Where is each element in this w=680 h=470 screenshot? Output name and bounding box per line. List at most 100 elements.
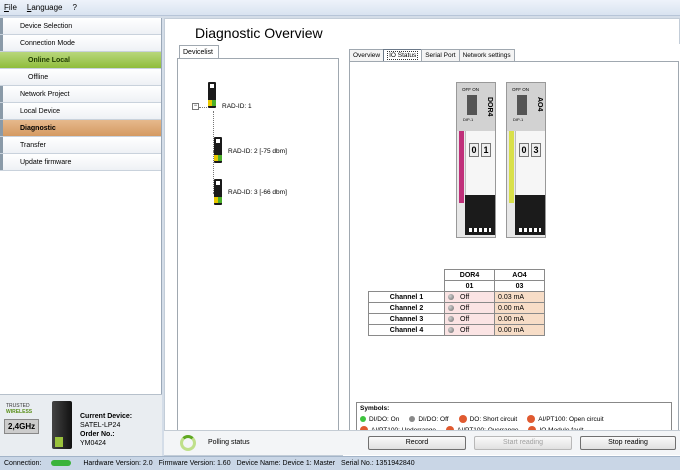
sidebar-item-online-local[interactable]: Online Local — [0, 52, 161, 69]
dip-label: OFF ON — [462, 87, 479, 92]
led-off-icon — [448, 326, 454, 333]
table-corner — [369, 281, 445, 292]
di-value: Off — [460, 326, 470, 334]
module-terminal — [515, 195, 545, 235]
ai-value: 0.00 mA — [494, 313, 545, 325]
menu-help[interactable]: ? — [73, 3, 77, 12]
order-no-label: Order No.: — [80, 431, 115, 438]
main-panel: Diagnostic Overview Devicelist − RAD-ID:… — [164, 18, 680, 456]
di-cell: Off — [444, 324, 495, 336]
sidebar-item-transfer[interactable]: Transfer — [0, 137, 161, 154]
module-terminal — [465, 195, 495, 235]
tab-serial-port[interactable]: Serial Port — [421, 49, 460, 61]
io-status-content: OFF ON DIP-1 DOR4 0 1 OFF ON DIP-1 AO4 0 — [349, 61, 679, 441]
menu-bar: File Language ? — [0, 0, 680, 16]
band-badge: 2,4GHz — [4, 419, 40, 434]
sidebar-item-update-firmware[interactable]: Update firmware — [0, 154, 161, 171]
tab-overview[interactable]: Overview — [349, 49, 385, 61]
sidebar-item-local-device[interactable]: Local Device — [0, 103, 161, 120]
rotary-switch-2: 1 — [481, 143, 491, 157]
led-off-icon — [448, 315, 454, 322]
dip-switch-icon — [467, 95, 477, 115]
green-led-icon — [360, 416, 366, 422]
connection-plug-icon — [51, 460, 72, 467]
gray-led-icon — [409, 416, 416, 422]
serial-number: Serial No.: 1351942840 — [341, 460, 415, 467]
radio-device-icon — [214, 137, 222, 163]
symbols-title: Symbols: — [360, 405, 390, 412]
channel-label: Channel 1 — [368, 291, 445, 303]
table-row: Channel 1 Off 0.03 mA — [368, 291, 545, 303]
sidebar-item-offline[interactable]: Offline — [0, 69, 161, 86]
start-reading-button[interactable]: Start reading — [474, 436, 572, 450]
devicelist-panel: − RAD-ID: 1 RAD-ID: 2 [-75 dbm] RAD-ID: … — [177, 58, 339, 444]
rotary-switch-1: 0 — [469, 143, 479, 157]
tab-io-status-label: IO Status — [387, 51, 419, 60]
module-color-stripe — [459, 131, 464, 203]
tree-item-rad-2[interactable]: RAD-ID: 2 [-75 dbm] — [228, 148, 287, 155]
dip-label: OFF ON — [512, 87, 529, 92]
connection-status: Connection: — [4, 457, 77, 470]
di-value: Off — [460, 315, 470, 323]
sidebar-item-diagnostic[interactable]: Diagnostic — [0, 120, 161, 137]
sidebar-item-connection-mode[interactable]: Connection Mode — [0, 35, 161, 52]
symbol-di-on: DI/DO: On — [360, 416, 399, 423]
table-row: Channel 3 Off 0.00 mA — [368, 313, 545, 325]
rotary-switch-1: 0 — [519, 143, 529, 157]
hardware-version: Hardware Version: 2.0 — [83, 460, 153, 467]
module-name-cell: AO4 — [494, 269, 545, 281]
tree-item-rad-1[interactable]: RAD-ID: 1 — [222, 103, 252, 110]
firmware-version: Firmware Version: 1.60 — [158, 460, 231, 467]
stop-reading-button[interactable]: Stop reading — [580, 436, 676, 450]
channel-label: Channel 3 — [368, 313, 445, 325]
brand-line-2: WIRELESS — [6, 409, 33, 415]
module-id-cell: 03 — [494, 280, 545, 292]
module-name-vertical: AO4 — [536, 97, 543, 112]
ai-value: 0.00 mA — [494, 324, 545, 336]
module-dor4-image: OFF ON DIP-1 DOR4 0 1 — [456, 82, 496, 238]
record-button[interactable]: Record — [368, 436, 466, 450]
channel-label: Channel 4 — [368, 324, 445, 336]
device-image — [52, 401, 72, 449]
polling-spinner-icon — [180, 435, 196, 451]
tab-network-settings[interactable]: Network settings — [458, 49, 515, 61]
led-off-icon — [448, 304, 454, 311]
table-row: Channel 2 Off 0.00 mA — [368, 302, 545, 314]
table-row: 01 03 — [369, 280, 545, 292]
status-bar: Connection: Hardware Version: 2.0 Firmwa… — [0, 456, 680, 470]
radio-device-icon — [214, 179, 222, 205]
trusted-wireless-logo: TRUSTED WIRELESS — [6, 403, 32, 415]
device-name: Device Name: Device 1: Master — [236, 460, 336, 467]
page-title: Diagnostic Overview — [195, 25, 323, 41]
module-name-cell: DOR4 — [444, 269, 495, 281]
sidebar-item-device-selection[interactable]: Device Selection — [0, 18, 161, 35]
menu-file[interactable]: File — [4, 3, 17, 12]
table-corner — [369, 270, 445, 281]
dip-sub-label: DIP-1 — [463, 117, 474, 122]
module-name-vertical: DOR4 — [486, 97, 493, 117]
tree-expander[interactable]: − — [192, 103, 199, 110]
di-value: Off — [460, 293, 470, 301]
tab-devicelist[interactable]: Devicelist — [179, 45, 219, 59]
sidebar-item-network-project[interactable]: Network Project — [0, 86, 161, 103]
symbol-label: AI/PT100: Open circuit — [538, 415, 604, 423]
symbol-short-circuit: DO: Short circuit — [458, 415, 518, 423]
symbol-label: DI/DO: On — [369, 415, 400, 423]
polling-status-label: Polling status — [208, 439, 250, 446]
symbols-row: DI/DO: On DI/DO: Off DO: Short circuit A… — [360, 415, 668, 423]
tree-item-rad-3[interactable]: RAD-ID: 3 [-66 dbm] — [228, 189, 287, 196]
di-cell: Off — [444, 291, 495, 303]
ai-value: 0.00 mA — [494, 302, 545, 314]
open-circuit-icon — [527, 415, 536, 423]
io-table: DOR4 AO4 01 03 Channel 1 Off 0.03 mA Cha… — [368, 269, 545, 336]
menu-language[interactable]: Language — [27, 3, 63, 12]
di-cell: Off — [444, 313, 495, 325]
dip-sub-label: DIP-1 — [513, 117, 524, 122]
current-device-label: Current Device: — [80, 413, 133, 420]
rotary-switch-2: 3 — [531, 143, 541, 157]
symbol-label: DO: Short circuit — [469, 415, 518, 423]
module-id-cell: 01 — [444, 280, 495, 292]
ai-value: 0.03 mA — [494, 291, 545, 303]
current-device-value: SATEL-LP24 — [80, 422, 121, 429]
connection-label: Connection: — [4, 460, 42, 467]
